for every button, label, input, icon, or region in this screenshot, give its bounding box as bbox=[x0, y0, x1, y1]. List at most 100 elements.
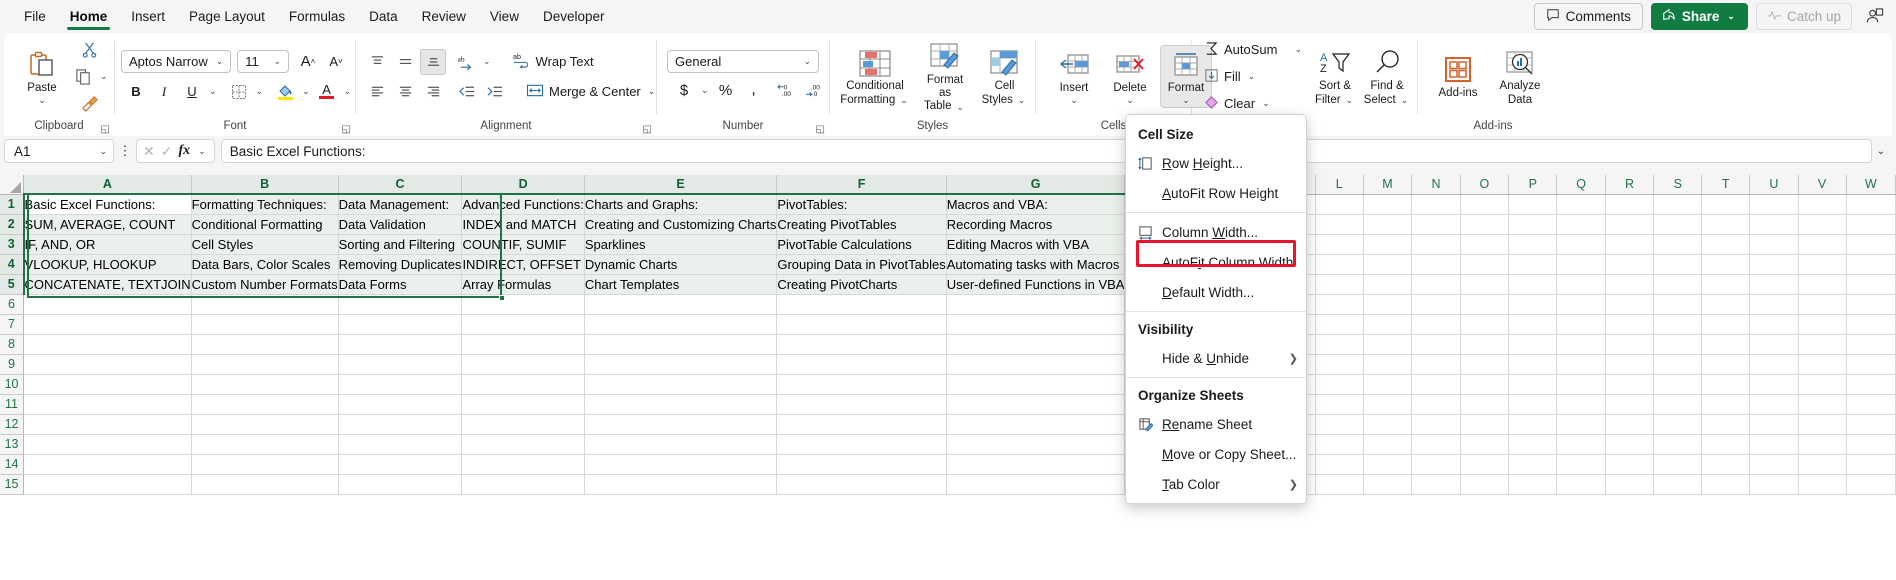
menu-item-default-width[interactable]: Default Width... bbox=[1126, 277, 1306, 307]
dialog-launcher-icon[interactable]: ◱ bbox=[101, 120, 110, 139]
italic-button[interactable]: I bbox=[151, 79, 177, 105]
cell-A3[interactable]: IF, AND, OR bbox=[23, 234, 192, 255]
cell-R11[interactable] bbox=[1605, 394, 1655, 415]
orientation-button[interactable]: ab bbox=[453, 49, 479, 75]
format-painter-button[interactable] bbox=[70, 91, 110, 117]
cell-F4[interactable]: Grouping Data in PivotTables bbox=[776, 254, 947, 275]
row-header-11[interactable]: 11 bbox=[0, 394, 25, 415]
row-header-15[interactable]: 15 bbox=[0, 474, 25, 495]
menu-item-row-height[interactable]: Row Height... bbox=[1126, 148, 1306, 178]
cell-D5[interactable]: Array Formulas bbox=[461, 274, 585, 295]
cell-M15[interactable] bbox=[1363, 474, 1413, 495]
cell-E3[interactable]: Sparklines bbox=[584, 234, 778, 255]
format-as-table-button[interactable]: Format as Table ⌄ bbox=[916, 38, 974, 116]
cell-N1[interactable] bbox=[1411, 194, 1461, 215]
cell-U3[interactable] bbox=[1749, 234, 1799, 255]
cell-B15[interactable] bbox=[191, 474, 339, 495]
cell-Q6[interactable] bbox=[1556, 294, 1606, 315]
cell-G10[interactable] bbox=[946, 374, 1126, 395]
cell-E2[interactable]: Creating and Customizing Charts bbox=[584, 214, 778, 235]
cell-F13[interactable] bbox=[776, 434, 947, 455]
cell-M14[interactable] bbox=[1363, 454, 1413, 475]
column-header-g[interactable]: G bbox=[946, 175, 1126, 195]
cell-A7[interactable] bbox=[23, 314, 192, 335]
cell-D4[interactable]: INDIRECT, OFFSET bbox=[461, 254, 585, 275]
cell-N10[interactable] bbox=[1411, 374, 1461, 395]
cell-W7[interactable] bbox=[1846, 314, 1896, 335]
cell-M13[interactable] bbox=[1363, 434, 1413, 455]
tab-insert[interactable]: Insert bbox=[119, 0, 177, 33]
cell-A4[interactable]: VLOOKUP, HLOOKUP bbox=[23, 254, 192, 275]
tab-page-layout[interactable]: Page Layout bbox=[177, 0, 277, 33]
format-dropdown-menu[interactable]: Cell Size Row Height... AutoFit Row Heig… bbox=[1125, 114, 1307, 504]
cell-G5[interactable]: User-defined Functions in VBA bbox=[946, 274, 1126, 295]
cell-A1[interactable]: Basic Excel Functions: bbox=[23, 194, 192, 215]
column-header-u[interactable]: U bbox=[1749, 175, 1799, 195]
column-header-b[interactable]: B bbox=[191, 175, 339, 195]
cell-C11[interactable] bbox=[338, 394, 463, 415]
align-middle-button[interactable] bbox=[392, 49, 418, 75]
cell-M4[interactable] bbox=[1363, 254, 1413, 275]
cell-G6[interactable] bbox=[946, 294, 1126, 315]
cell-P12[interactable] bbox=[1508, 414, 1558, 435]
cell-W1[interactable] bbox=[1846, 194, 1896, 215]
cell-A10[interactable] bbox=[23, 374, 192, 395]
cell-E13[interactable] bbox=[584, 434, 778, 455]
cell-W13[interactable] bbox=[1846, 434, 1896, 455]
column-header-w[interactable]: W bbox=[1846, 175, 1896, 195]
cell-O13[interactable] bbox=[1460, 434, 1510, 455]
cell-O3[interactable] bbox=[1460, 234, 1510, 255]
cell-S15[interactable] bbox=[1653, 474, 1703, 495]
cell-E14[interactable] bbox=[584, 454, 778, 475]
cell-U10[interactable] bbox=[1749, 374, 1799, 395]
fill-color-button[interactable] bbox=[272, 79, 298, 105]
row-header-6[interactable]: 6 bbox=[0, 294, 25, 315]
select-all-corner[interactable] bbox=[0, 175, 25, 195]
insert-function-icon[interactable]: fx bbox=[178, 143, 190, 159]
cell-B6[interactable] bbox=[191, 294, 339, 315]
cell-E1[interactable]: Charts and Graphs: bbox=[584, 194, 778, 215]
cell-F7[interactable] bbox=[776, 314, 947, 335]
cell-V7[interactable] bbox=[1798, 314, 1847, 335]
expand-formula-bar-icon[interactable]: ⌄ bbox=[1872, 146, 1890, 157]
cell-W15[interactable] bbox=[1846, 474, 1896, 495]
cell-C12[interactable] bbox=[338, 414, 463, 435]
cell-C6[interactable] bbox=[338, 294, 463, 315]
cell-L3[interactable] bbox=[1315, 234, 1364, 255]
cell-G9[interactable] bbox=[946, 354, 1126, 375]
cell-B5[interactable]: Custom Number Formats bbox=[191, 274, 339, 295]
cell-O6[interactable] bbox=[1460, 294, 1510, 315]
column-header-v[interactable]: V bbox=[1798, 175, 1847, 195]
cell-E6[interactable] bbox=[584, 294, 778, 315]
cell-S11[interactable] bbox=[1653, 394, 1703, 415]
cell-N12[interactable] bbox=[1411, 414, 1461, 435]
cell-Q9[interactable] bbox=[1556, 354, 1606, 375]
fill-button[interactable]: Fill ⌄ bbox=[1200, 64, 1308, 90]
cell-A15[interactable] bbox=[23, 474, 192, 495]
column-header-r[interactable]: R bbox=[1605, 175, 1655, 195]
cell-O4[interactable] bbox=[1460, 254, 1510, 275]
name-box[interactable]: A1 ⌄ bbox=[4, 139, 114, 163]
column-header-s[interactable]: S bbox=[1653, 175, 1703, 195]
cell-V1[interactable] bbox=[1798, 194, 1847, 215]
column-header-c[interactable]: C bbox=[338, 175, 463, 195]
column-header-o[interactable]: O bbox=[1460, 175, 1510, 195]
cell-P8[interactable] bbox=[1508, 334, 1558, 355]
cell-D14[interactable] bbox=[461, 454, 585, 475]
dialog-launcher-icon[interactable]: ◱ bbox=[816, 120, 825, 139]
tab-file[interactable]: File bbox=[12, 0, 58, 33]
cell-A13[interactable] bbox=[23, 434, 192, 455]
chevron-down-icon[interactable]: ⌄ bbox=[207, 86, 219, 97]
cell-C8[interactable] bbox=[338, 334, 463, 355]
decrease-font-size-button[interactable]: A ˅ bbox=[323, 49, 349, 75]
cell-R9[interactable] bbox=[1605, 354, 1655, 375]
cell-R2[interactable] bbox=[1605, 214, 1655, 235]
cell-V3[interactable] bbox=[1798, 234, 1847, 255]
cell-B9[interactable] bbox=[191, 354, 339, 375]
align-left-button[interactable] bbox=[364, 79, 390, 105]
cell-B12[interactable] bbox=[191, 414, 339, 435]
menu-item-autofit-column-width[interactable]: AutoFit Column Width bbox=[1126, 247, 1306, 277]
cell-F1[interactable]: PivotTables: bbox=[776, 194, 947, 215]
font-color-button[interactable]: A bbox=[314, 79, 340, 105]
cell-N9[interactable] bbox=[1411, 354, 1461, 375]
